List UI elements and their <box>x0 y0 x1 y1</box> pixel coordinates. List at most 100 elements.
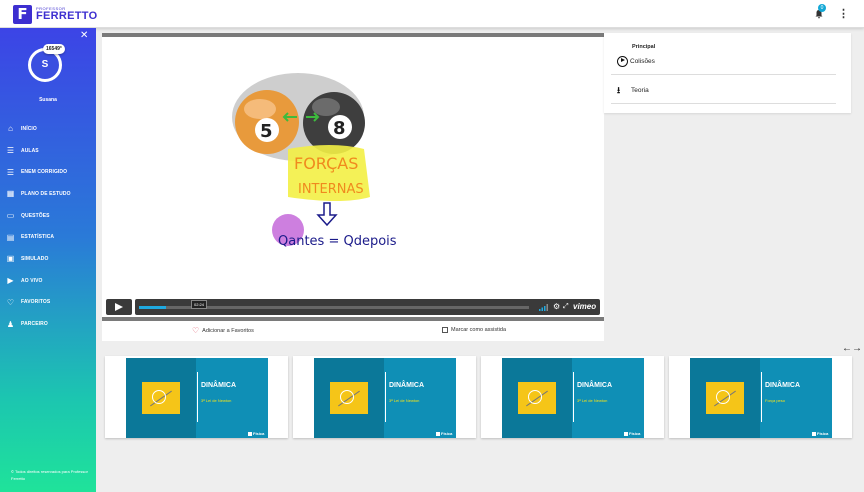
panel-item-teoria[interactable]: ⭳ Teoria <box>617 83 838 97</box>
sign-circle <box>152 390 166 404</box>
home-icon: ⌂ <box>8 124 13 134</box>
copyright-text: © Todos direitos reservados para Profess… <box>11 469 88 481</box>
lesson-thumbnail: DINÂMICA 3ª Lei de Newton Física <box>126 358 268 438</box>
play-icon <box>115 303 123 311</box>
heart-icon: ♡ <box>6 297 15 307</box>
video-frame-drawing: 5 8 FORÇAS INTERNAS Qantes = Qdepois <box>232 73 397 249</box>
mark-watched-label: Marcar como assistida <box>451 327 507 333</box>
checkbox-box[interactable] <box>442 327 448 333</box>
top-bar: F PROFESSOR FERRETTO 0 ⋮ <box>0 0 864 28</box>
subject-badge-label: Física <box>629 431 641 436</box>
mark-watched-checkbox[interactable]: Marcar como assistida <box>442 327 506 333</box>
drawing-internas: INTERNAS <box>298 182 364 197</box>
badge-logo-icon <box>624 431 628 436</box>
video-player[interactable]: 5 8 FORÇAS INTERNAS Qantes = Qdepois 02:… <box>102 33 604 321</box>
carousel-prev-icon[interactable]: ← <box>842 344 852 354</box>
sign-circle <box>340 390 354 404</box>
subject-badge: Física <box>248 431 264 436</box>
lesson-thumbnail: DINÂMICA 3ª Lei de Newton Física <box>314 358 456 438</box>
thumbnail-divider <box>197 372 198 422</box>
sidebar-item-aulas[interactable]: ☰ AULAS <box>0 140 96 162</box>
sidebar-item-estatistica[interactable]: ▤ ESTATÍSTICA <box>0 226 96 248</box>
vimeo-logo[interactable]: vimeo <box>573 302 596 312</box>
player-controls: 02:24 ⚙ ⤢ vimeo <box>106 299 600 315</box>
lesson-card[interactable]: DINÂMICA 3ª Lei de Newton Física <box>481 356 664 438</box>
sidebar-item-favoritos[interactable]: ♡ FAVORITOS <box>0 292 96 314</box>
chart-icon: ▤ <box>6 232 15 242</box>
timecode: 02:24 <box>191 300 208 309</box>
subject-badge-label: Física <box>817 431 829 436</box>
sidebar-item-label: ENEM CORRIGIDO <box>21 169 68 176</box>
list-icon: ☰ <box>6 146 15 156</box>
sidebar-item-label: QUESTÕES <box>21 212 50 219</box>
close-icon[interactable]: ✕ <box>80 30 88 41</box>
lesson-thumbnail: DINÂMICA Força peso Física <box>690 358 832 438</box>
panel-item-label: Teoria <box>631 86 649 94</box>
lesson-card[interactable]: DINÂMICA Força peso Física <box>669 356 852 438</box>
calendar-icon: ▦ <box>6 189 15 199</box>
subject-badge: Física <box>624 431 640 436</box>
sidebar-item-enem-corrigido[interactable]: ☰ ENEM CORRIGIDO <box>0 161 96 183</box>
checklist-icon: ▣ <box>6 254 15 264</box>
lesson-title: DINÂMICA <box>201 382 236 389</box>
sidebar-item-label: SIMULADO <box>21 255 49 262</box>
video-actions-bar: ♡ Adicionar a Favoritos Marcar como assi… <box>102 321 604 341</box>
lesson-card[interactable]: DINÂMICA 3ª Lei de Newton Física <box>105 356 288 438</box>
drawing-forcas: FORÇAS <box>294 154 358 173</box>
gear-icon[interactable]: ⚙ <box>553 302 560 312</box>
lesson-subtitle: Força peso <box>765 398 786 403</box>
drawing-equation: Qantes = Qdepois <box>278 234 397 249</box>
lesson-title: DINÂMICA <box>389 382 424 389</box>
play-button[interactable] <box>106 299 132 315</box>
physics-sign-icon <box>706 382 744 414</box>
panel-item-label: Colisões <box>630 57 655 65</box>
thumbnail-divider <box>385 372 386 422</box>
sidebar-nav: ⌂ INÍCIO ☰ AULAS ☰ ENEM CORRIGIDO ▦ PLAN… <box>0 118 96 335</box>
sidebar-item-label: PARCEIRO <box>21 321 48 328</box>
more-menu-icon[interactable]: ⋮ <box>838 8 849 20</box>
sidebar-item-label: PLANO DE ESTUDO <box>21 190 71 197</box>
add-favorite-button[interactable]: ♡ Adicionar a Favoritos <box>192 327 254 335</box>
heart-icon: ♡ <box>192 326 200 335</box>
logo-icon[interactable]: F <box>13 5 32 24</box>
subject-badge-label: Física <box>253 431 265 436</box>
sidebar-item-label: INÍCIO <box>21 125 37 132</box>
sidebar-item-label: AO VIVO <box>21 277 43 284</box>
sidebar-item-label: FAVORITOS <box>21 299 51 306</box>
points-badge: 16549° <box>43 44 65 54</box>
logo-text[interactable]: FERRETTO <box>36 10 97 22</box>
badge-logo-icon <box>436 431 440 436</box>
sidebar-item-inicio[interactable]: ⌂ INÍCIO <box>0 118 96 140</box>
sidebar-item-label: ESTATÍSTICA <box>21 234 55 241</box>
subject-badge: Física <box>436 431 452 436</box>
physics-sign-icon <box>518 382 556 414</box>
sidebar-item-parceiro[interactable]: ♟ PARCEIRO <box>0 313 96 335</box>
list-icon: ☰ <box>6 167 15 177</box>
lesson-card[interactable]: DINÂMICA 3ª Lei de Newton Física <box>293 356 476 438</box>
sign-circle <box>528 390 542 404</box>
people-icon: ♟ <box>6 319 15 329</box>
panel-divider <box>611 103 836 104</box>
badge-logo-icon <box>248 431 252 436</box>
progress-track[interactable]: 02:24 <box>139 300 529 309</box>
progress-fill <box>139 306 167 309</box>
sidebar: ✕ S 16549° Susana ⌂ INÍCIO ☰ AULAS ☰ ENE… <box>0 28 96 492</box>
thumbnail-divider <box>573 372 574 422</box>
carousel-next-icon[interactable]: → <box>852 344 862 354</box>
username: Susana <box>39 97 57 103</box>
volume-icon[interactable] <box>539 303 549 311</box>
fullscreen-icon[interactable]: ⤢ <box>563 302 569 312</box>
download-icon: ⭳ <box>617 84 621 95</box>
ball-left-number: 5 <box>260 121 273 142</box>
sidebar-item-plano-de-estudo[interactable]: ▦ PLANO DE ESTUDO <box>0 183 96 205</box>
sidebar-item-simulado[interactable]: ▣ SIMULADO <box>0 248 96 270</box>
subject-badge-label: Física <box>441 431 453 436</box>
avatar-letter: S <box>41 59 49 70</box>
panel-item-colisoes[interactable]: Colisões <box>617 54 838 68</box>
sidebar-item-questoes[interactable]: ▭ QUESTÕES <box>0 205 96 227</box>
lesson-title: DINÂMICA <box>765 382 800 389</box>
play-circle-icon <box>617 55 628 67</box>
physics-sign-icon <box>330 382 368 414</box>
lesson-subtitle: 3ª Lei de Newton <box>389 398 420 403</box>
sidebar-item-ao-vivo[interactable]: ▶ AO VIVO <box>0 270 96 292</box>
